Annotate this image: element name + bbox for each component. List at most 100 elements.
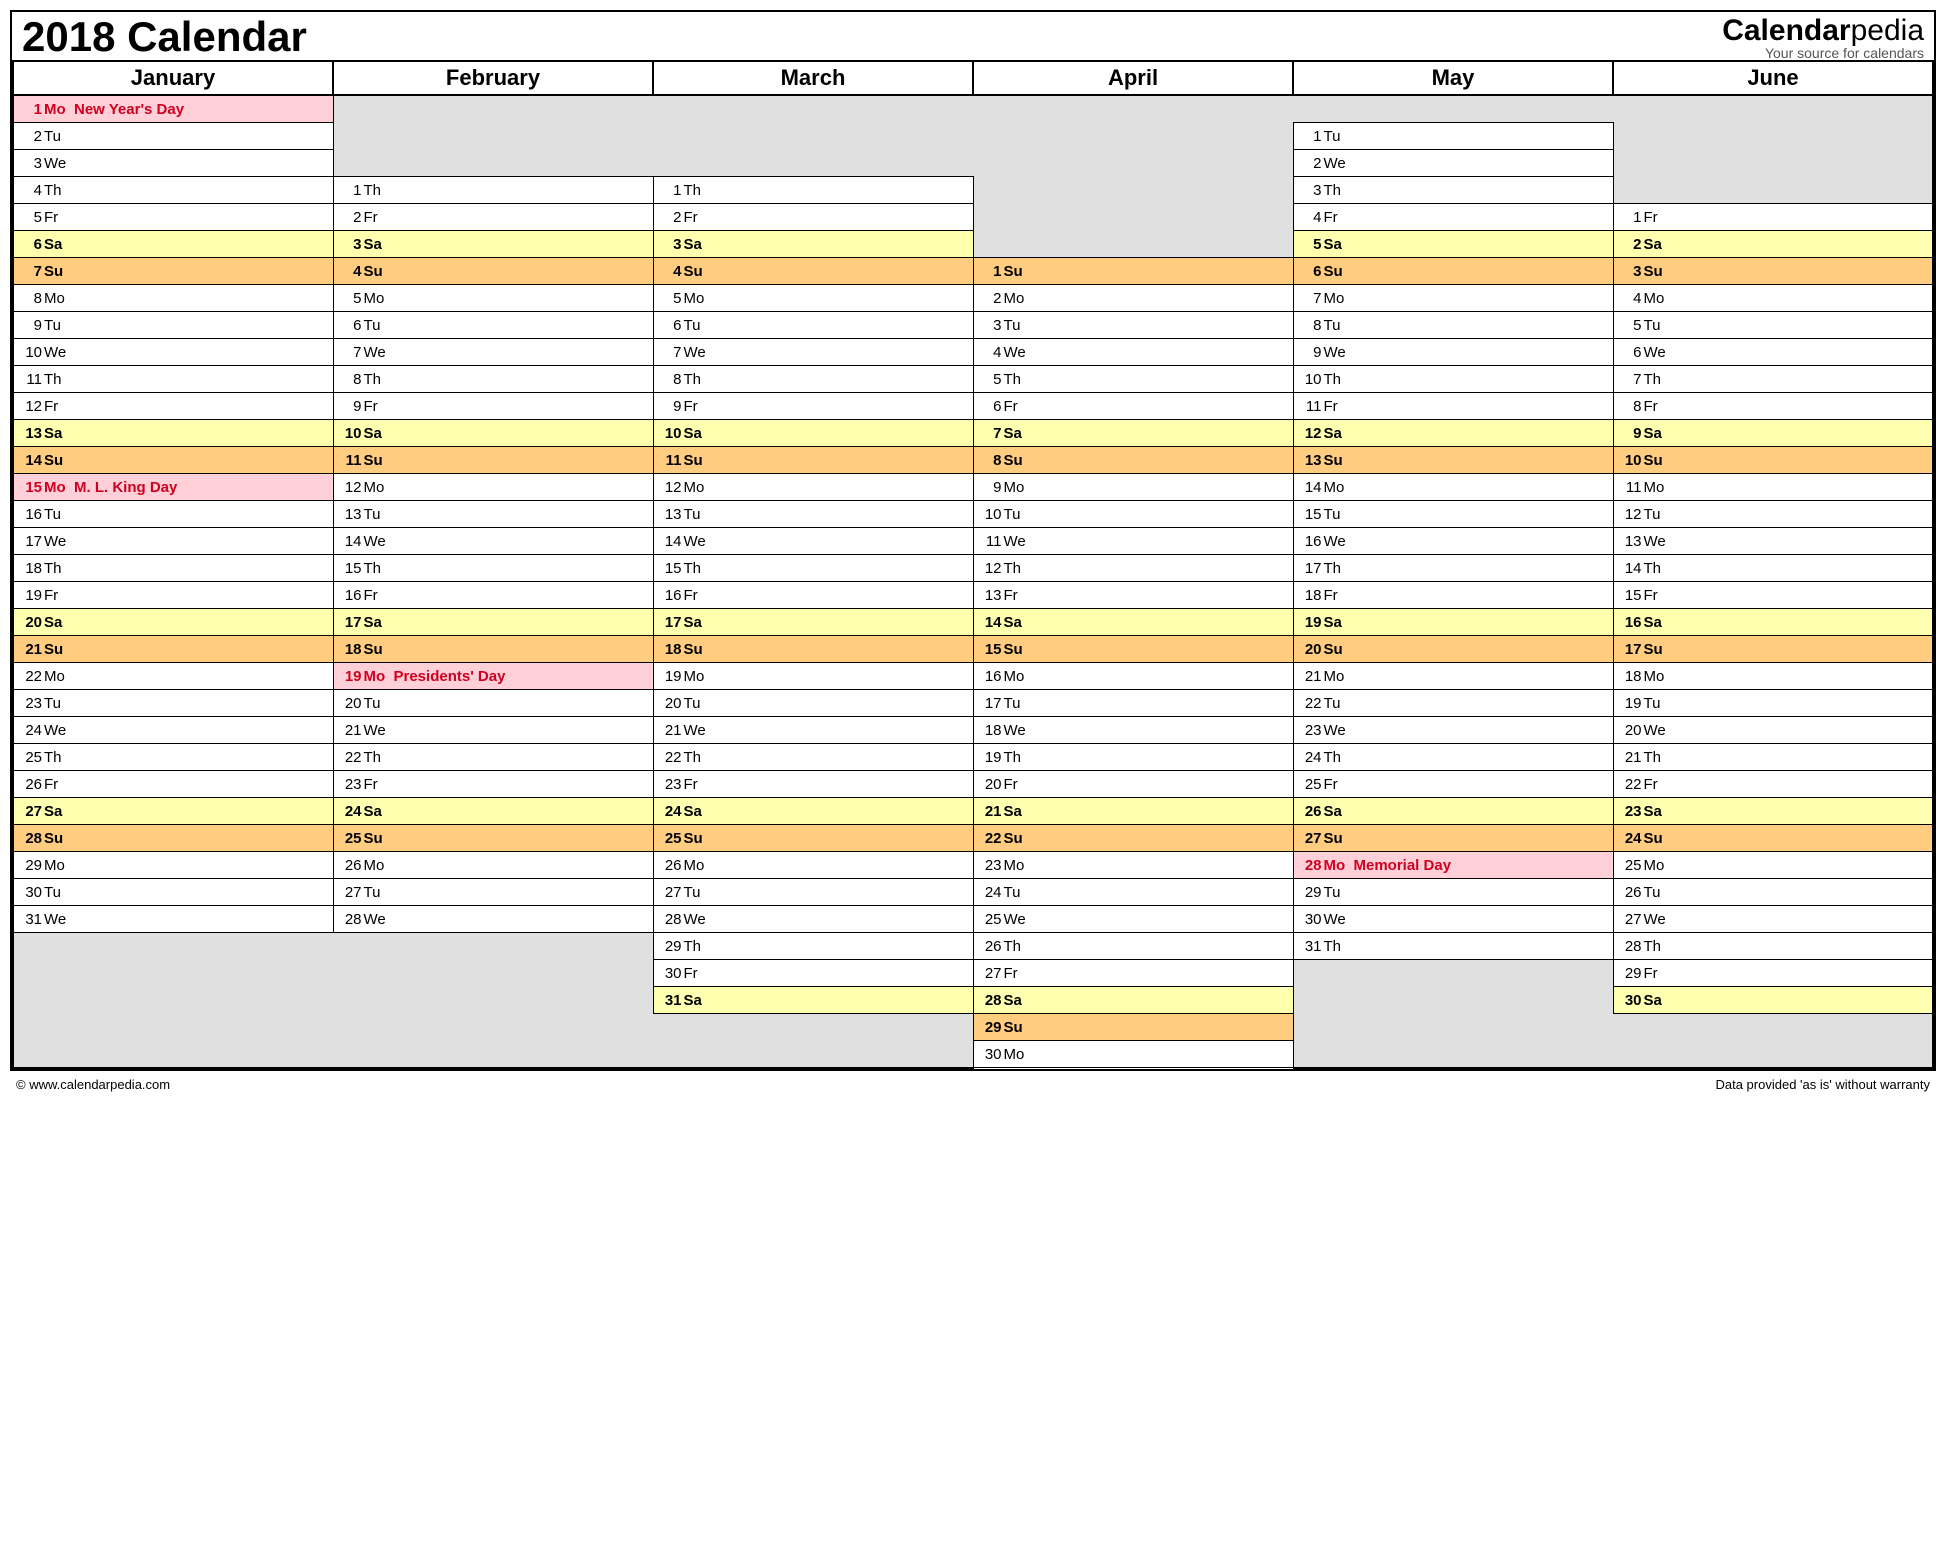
day-cell: 6Fr	[973, 393, 1293, 420]
day-weekday: Sa	[684, 803, 714, 820]
day-number: 6	[974, 398, 1004, 415]
day-weekday: We	[364, 911, 394, 928]
day-number: 7	[334, 344, 364, 361]
day-cell: 4We	[973, 339, 1293, 366]
empty-cell	[333, 987, 653, 1014]
day-number: 27	[334, 884, 364, 901]
day-weekday: Mo	[1644, 479, 1674, 496]
day-weekday: Tu	[1644, 506, 1674, 523]
day-number: 9	[654, 398, 684, 415]
day-number: 31	[1294, 938, 1324, 955]
day-cell: 2Fr	[333, 204, 653, 231]
day-cell: 22Fr	[1613, 771, 1933, 798]
day-weekday: Mo	[364, 290, 394, 307]
day-weekday: Th	[1324, 938, 1354, 955]
day-cell: 1Su	[973, 258, 1293, 285]
day-weekday: Tu	[364, 506, 394, 523]
day-number: 3	[974, 317, 1004, 334]
day-cell: 27Tu	[333, 879, 653, 906]
day-number: 5	[974, 371, 1004, 388]
day-weekday: We	[684, 344, 714, 361]
day-number: 5	[14, 209, 44, 226]
day-number: 14	[654, 533, 684, 550]
day-cell: 5Mo	[653, 285, 973, 312]
empty-cell	[1293, 987, 1613, 1014]
empty-cell	[1613, 150, 1933, 177]
day-cell: 13Tu	[333, 501, 653, 528]
day-number: 14	[14, 452, 44, 469]
day-weekday: Su	[44, 641, 74, 658]
day-weekday: Th	[1324, 182, 1354, 199]
day-number: 26	[974, 938, 1004, 955]
day-number: 28	[14, 830, 44, 847]
day-cell: 11Th	[13, 366, 333, 393]
day-number: 22	[654, 749, 684, 766]
day-number: 21	[1294, 668, 1324, 685]
day-number: 25	[334, 830, 364, 847]
day-event: Presidents' Day	[394, 668, 653, 685]
day-cell: 14Th	[1613, 555, 1933, 582]
day-number: 20	[334, 695, 364, 712]
day-weekday: We	[44, 911, 74, 928]
day-weekday: Mo	[1004, 1046, 1034, 1063]
empty-cell	[653, 150, 973, 177]
day-cell: 28Sa	[973, 987, 1293, 1014]
day-number: 13	[1614, 533, 1644, 550]
day-cell: 3We	[13, 150, 333, 177]
day-weekday: Su	[684, 830, 714, 847]
day-number: 18	[14, 560, 44, 577]
day-number: 12	[974, 560, 1004, 577]
day-cell: 16Fr	[333, 582, 653, 609]
day-cell: 9Sa	[1613, 420, 1933, 447]
day-weekday: We	[1324, 911, 1354, 928]
day-cell: 15MoM. L. King Day	[13, 474, 333, 501]
day-weekday: Mo	[1324, 290, 1354, 307]
empty-cell	[13, 1014, 333, 1041]
day-weekday: Su	[1324, 830, 1354, 847]
day-weekday: Tu	[1004, 506, 1034, 523]
day-number: 5	[654, 290, 684, 307]
day-number: 16	[334, 587, 364, 604]
day-weekday: We	[684, 533, 714, 550]
day-weekday: Tu	[1324, 506, 1354, 523]
day-number: 3	[1294, 182, 1324, 199]
day-cell: 28Su	[13, 825, 333, 852]
empty-cell	[333, 1014, 653, 1041]
day-number: 26	[1294, 803, 1324, 820]
day-cell: 5Th	[973, 366, 1293, 393]
day-weekday: Mo	[364, 668, 394, 685]
empty-cell	[333, 123, 653, 150]
day-number: 16	[1294, 533, 1324, 550]
day-weekday: Th	[684, 560, 714, 577]
day-cell: 25Su	[653, 825, 973, 852]
day-weekday: Sa	[364, 236, 394, 253]
day-cell: 15Th	[653, 555, 973, 582]
day-weekday: Mo	[684, 479, 714, 496]
day-number: 29	[1294, 884, 1324, 901]
day-number: 27	[974, 965, 1004, 982]
day-cell: 29Fr	[1613, 960, 1933, 987]
day-weekday: Tu	[364, 695, 394, 712]
day-number: 5	[1294, 236, 1324, 253]
day-weekday: Th	[1324, 371, 1354, 388]
day-weekday: Sa	[44, 425, 74, 442]
day-number: 25	[974, 911, 1004, 928]
empty-cell	[333, 960, 653, 987]
day-cell: 12Th	[973, 555, 1293, 582]
day-weekday: Tu	[1324, 128, 1354, 145]
empty-cell	[333, 150, 653, 177]
day-cell: 24Su	[1613, 825, 1933, 852]
day-number: 7	[654, 344, 684, 361]
day-number: 19	[974, 749, 1004, 766]
day-weekday: Th	[44, 182, 74, 199]
day-weekday: Th	[1324, 749, 1354, 766]
day-cell: 11Mo	[1613, 474, 1933, 501]
day-number: 22	[1614, 776, 1644, 793]
day-cell: 4Fr	[1293, 204, 1613, 231]
day-cell: 22Th	[333, 744, 653, 771]
day-cell: 8Th	[653, 366, 973, 393]
day-cell: 11We	[973, 528, 1293, 555]
day-number: 12	[1294, 425, 1324, 442]
day-cell: 15Su	[973, 636, 1293, 663]
day-cell: 31Th	[1293, 933, 1613, 960]
